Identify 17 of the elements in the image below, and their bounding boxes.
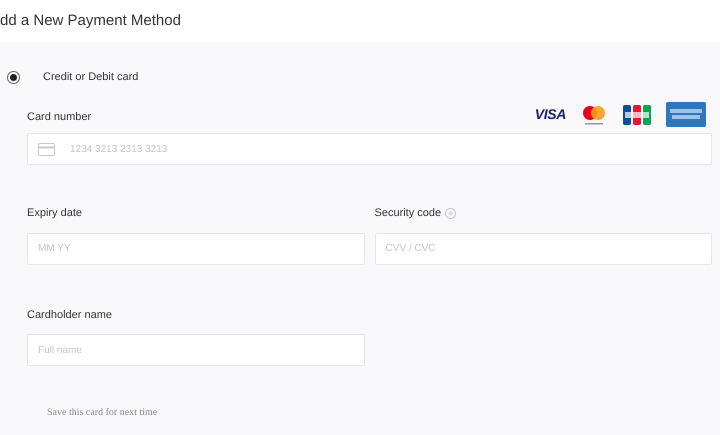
input-field[interactable]: Full name bbox=[27, 334, 365, 366]
mastercard-logo bbox=[580, 104, 608, 126]
input-field[interactable]: 1234 3213 2313 3213 bbox=[27, 133, 712, 165]
jcb-logo bbox=[622, 104, 652, 126]
field-label: Card number bbox=[27, 110, 92, 124]
option-label: Credit or Debit card bbox=[43, 70, 138, 85]
amex-logo bbox=[666, 102, 706, 127]
field-label: Cardholder name bbox=[27, 308, 113, 322]
card-icon bbox=[38, 143, 55, 156]
field-label: Expiry date bbox=[27, 206, 84, 221]
radio-button[interactable] bbox=[7, 70, 20, 84]
input-field[interactable]: CVV / CVC bbox=[374, 232, 712, 264]
input-field[interactable]: MM YY bbox=[27, 232, 364, 264]
visa-logo: VISA bbox=[534, 105, 566, 124]
page-title: dd a New Payment Method bbox=[0, 10, 181, 31]
field-label: Security code bbox=[374, 206, 442, 221]
save-card-label: Save this card for next time bbox=[47, 406, 158, 420]
